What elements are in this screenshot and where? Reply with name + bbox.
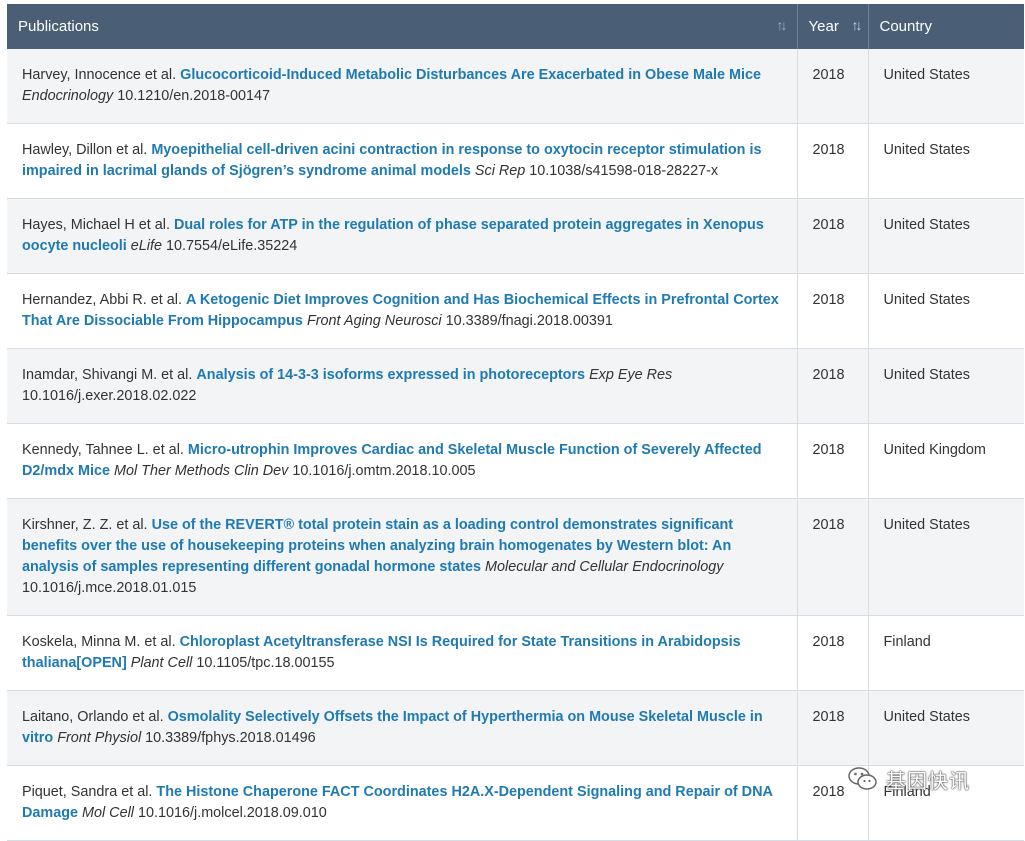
- doi: 10.1016/j.mce.2018.01.015: [22, 580, 197, 596]
- column-header-label: Year: [808, 18, 839, 35]
- country-cell: United States: [868, 498, 1024, 616]
- doi: 10.1038/s41598-018-28227-x: [529, 163, 719, 179]
- publication-cell: Hayes, Michael H et al. Dual roles for A…: [7, 198, 798, 274]
- publication-cell: Harvey, Innocence et al. Glucocorticoid-…: [7, 49, 798, 124]
- table-row: Koskela, Minna M. et al. Chloroplast Ace…: [7, 615, 1024, 691]
- publication-title-link[interactable]: Glucocorticoid-Induced Metabolic Disturb…: [180, 67, 761, 83]
- journal-name: Front Aging Neurosci: [306, 313, 442, 329]
- sort-icon[interactable]: ↑↓: [777, 17, 788, 33]
- journal-name: Mol Cell: [82, 805, 134, 821]
- journal-name: Sci Rep: [474, 163, 526, 179]
- authors: Hernandez, Abbi R. et al.: [22, 292, 182, 308]
- year-cell: 2018: [797, 615, 869, 691]
- country-cell: United States: [868, 690, 1024, 766]
- publication-cell: Piquet, Sandra et al. The Histone Chaper…: [7, 765, 798, 841]
- doi: 10.1105/tpc.18.00155: [196, 655, 335, 671]
- authors: Koskela, Minna M. et al.: [22, 634, 176, 650]
- doi: 10.1016/j.omtm.2018.10.005: [292, 463, 476, 479]
- table-row: Harvey, Innocence et al. Glucocorticoid-…: [7, 49, 1024, 124]
- year-cell: 2018: [797, 273, 869, 349]
- authors: Harvey, Innocence et al.: [22, 67, 177, 83]
- publication-cell: Laitano, Orlando et al. Osmolality Selec…: [7, 690, 798, 766]
- country-cell: United States: [868, 198, 1024, 274]
- year-cell: 2018: [797, 498, 869, 616]
- journal-name: Plant Cell: [130, 655, 193, 671]
- authors: Piquet, Sandra et al.: [22, 784, 153, 800]
- year-cell: 2018: [797, 423, 869, 499]
- watermark: 基因快讯: [846, 762, 996, 796]
- table-row: Inamdar, Shivangi M. et al. Analysis of …: [7, 348, 1024, 424]
- table-row: Hernandez, Abbi R. et al. A Ketogenic Di…: [7, 273, 1024, 349]
- publication-cell: Koskela, Minna M. et al. Chloroplast Ace…: [7, 615, 798, 691]
- table-row: Kennedy, Tahnee L. et al. Micro-utrophin…: [7, 423, 1024, 499]
- publications-table: Publications ↑↓ Year ↑↓ Country Harvey, …: [7, 4, 1024, 841]
- doi: 10.1210/en.2018-00147: [117, 88, 271, 104]
- wechat-icon: [846, 762, 880, 796]
- publication-cell: Hawley, Dillon et al. Myoepithelial cell…: [7, 123, 798, 199]
- column-header-year[interactable]: Year ↑↓: [797, 4, 869, 49]
- year-cell: 2018: [797, 49, 869, 124]
- watermark-text: 基因快讯: [886, 768, 970, 793]
- publication-cell: Inamdar, Shivangi M. et al. Analysis of …: [7, 348, 798, 424]
- column-header-label: Publications: [18, 18, 99, 35]
- doi: 10.1016/j.molcel.2018.09.010: [137, 805, 327, 821]
- table-row: Hawley, Dillon et al. Myoepithelial cell…: [7, 123, 1024, 199]
- journal-name: Front Physiol: [57, 730, 142, 746]
- table-row: Kirshner, Z. Z. et al. Use of the REVERT…: [7, 498, 1024, 616]
- year-cell: 2018: [797, 690, 869, 766]
- year-cell: 2018: [797, 198, 869, 274]
- column-header-publications[interactable]: Publications ↑↓: [7, 4, 798, 49]
- country-cell: United Kingdom: [868, 423, 1024, 499]
- journal-name: Endocrinology: [22, 88, 114, 104]
- column-header-country[interactable]: Country: [868, 4, 1024, 49]
- journal-name: Exp Eye Res: [589, 367, 673, 383]
- country-cell: United States: [868, 49, 1024, 124]
- publication-title-link[interactable]: Analysis of 14-3-3 isoforms expressed in…: [196, 367, 585, 383]
- publication-cell: Kirshner, Z. Z. et al. Use of the REVERT…: [7, 498, 798, 616]
- table-row: Laitano, Orlando et al. Osmolality Selec…: [7, 690, 1024, 766]
- authors: Inamdar, Shivangi M. et al.: [22, 367, 193, 383]
- authors: Laitano, Orlando et al.: [22, 709, 164, 725]
- publications-table-container: Publications ↑↓ Year ↑↓ Country Harvey, …: [7, 4, 1024, 841]
- doi: 10.3389/fnagi.2018.00391: [445, 313, 613, 329]
- year-cell: 2018: [797, 123, 869, 199]
- journal-name: Molecular and Cellular Endocrinology: [485, 559, 724, 575]
- doi: 10.1016/j.exer.2018.02.022: [22, 388, 197, 404]
- sort-icon[interactable]: ↑↓: [852, 17, 863, 33]
- column-header-label: Country: [879, 18, 933, 35]
- country-cell: Finland: [868, 615, 1024, 691]
- authors: Kennedy, Tahnee L. et al.: [22, 442, 184, 458]
- doi: 10.3389/fphys.2018.01496: [145, 730, 316, 746]
- year-cell: 2018: [797, 348, 869, 424]
- journal-name: Mol Ther Methods Clin Dev: [113, 463, 289, 479]
- country-cell: United States: [868, 348, 1024, 424]
- authors: Hayes, Michael H et al.: [22, 217, 170, 233]
- publication-cell: Kennedy, Tahnee L. et al. Micro-utrophin…: [7, 423, 798, 499]
- publication-cell: Hernandez, Abbi R. et al. A Ketogenic Di…: [7, 273, 798, 349]
- country-cell: United States: [868, 273, 1024, 349]
- table-header-row: Publications ↑↓ Year ↑↓ Country: [7, 4, 1024, 49]
- country-cell: United States: [868, 123, 1024, 199]
- authors: Kirshner, Z. Z. et al.: [22, 517, 148, 533]
- doi: 10.7554/eLife.35224: [165, 238, 298, 254]
- journal-name: eLife: [130, 238, 162, 254]
- table-row: Hayes, Michael H et al. Dual roles for A…: [7, 198, 1024, 274]
- authors: Hawley, Dillon et al.: [22, 142, 148, 158]
